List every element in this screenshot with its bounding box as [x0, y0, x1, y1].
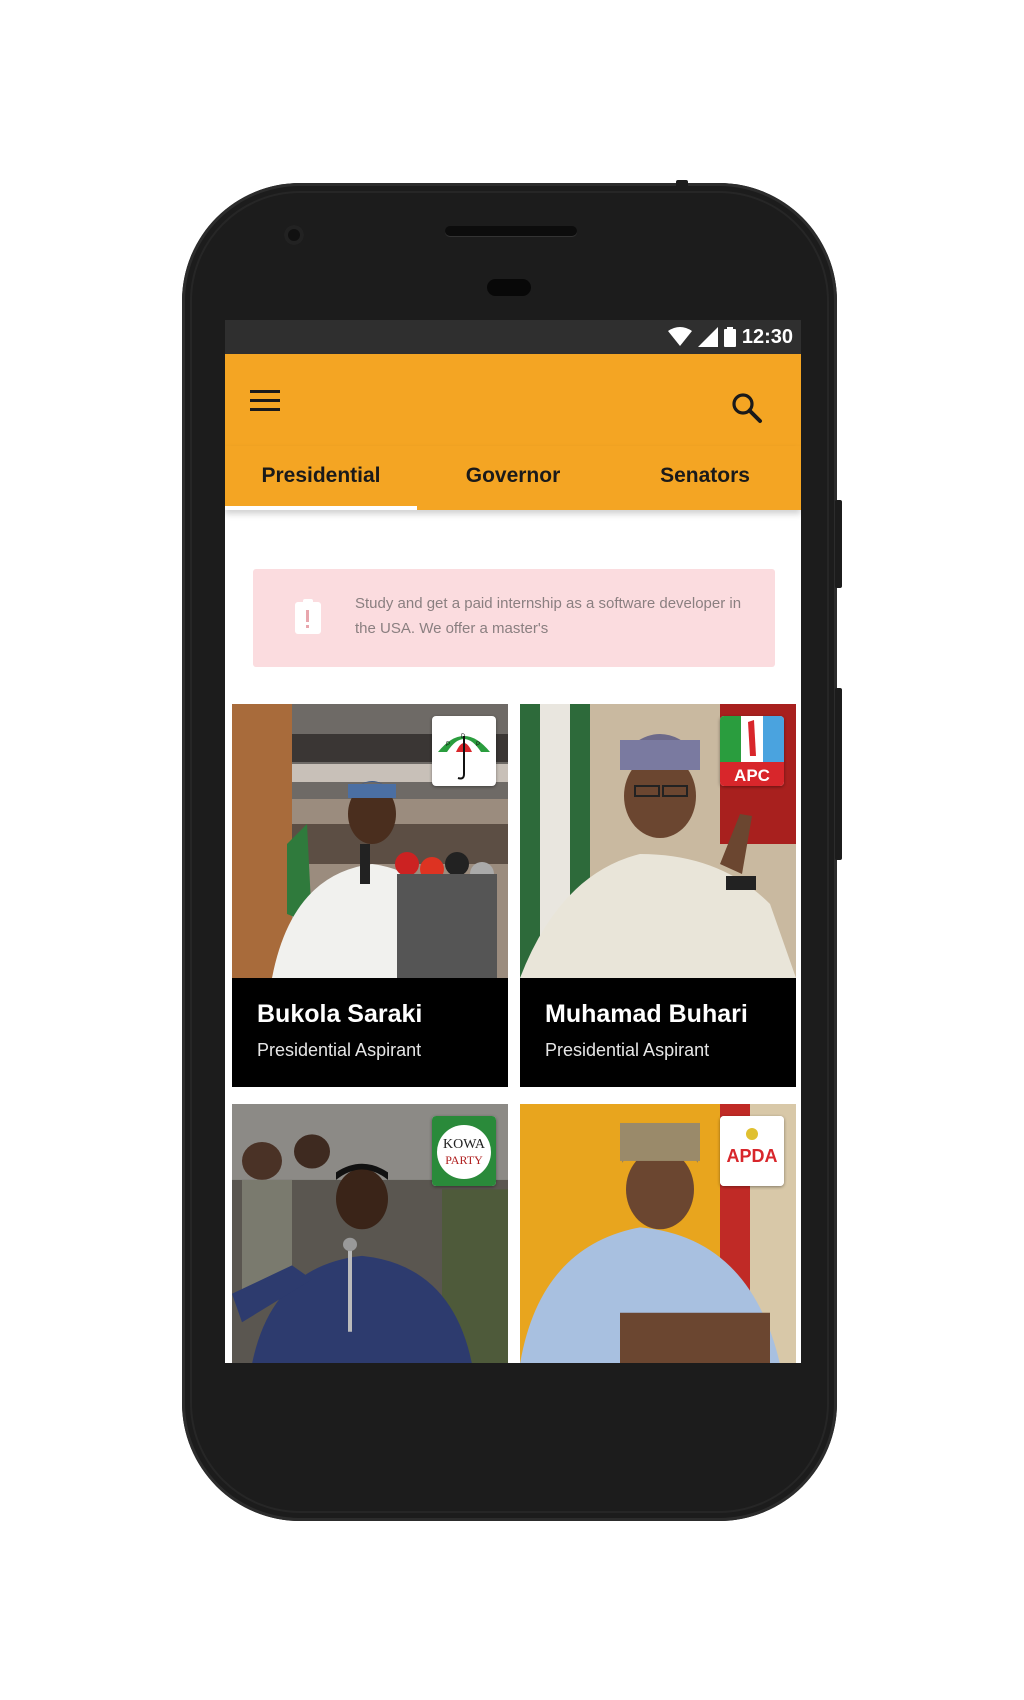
tab-senators[interactable]: Senators: [609, 446, 801, 510]
front-camera: [284, 225, 304, 245]
search-icon[interactable]: [731, 392, 763, 424]
candidate-caption: Bukola Saraki Presidential Aspirant: [232, 978, 508, 1087]
app-bar: [225, 354, 801, 446]
category-tabs: Presidential Governor Senators: [225, 446, 801, 510]
candidate-name: Muhamad Buhari: [545, 1000, 748, 1028]
kowa-party-logo: KOWA PARTY: [432, 1116, 496, 1186]
proximity-sensor: [487, 279, 531, 296]
candidate-card-buhari[interactable]: APC Muhamad Buhari Presidential Aspirant: [520, 704, 796, 1087]
tab-presidential[interactable]: Presidential: [225, 446, 417, 510]
ad-text: Study and get a paid internship as a sof…: [355, 595, 742, 637]
pdp-party-logo: P D P: [432, 716, 496, 786]
wifi-icon: [667, 327, 692, 346]
apc-party-logo: APC: [720, 716, 784, 786]
tab-governor[interactable]: Governor: [417, 446, 609, 510]
svg-text:D: D: [461, 734, 466, 740]
candidate-role: Presidential Aspirant: [545, 1040, 710, 1060]
kowa-logo-text: PARTY: [445, 1153, 483, 1167]
menu-line: [250, 390, 280, 393]
kowa-logo-text: KOWA: [443, 1137, 486, 1152]
volume-button: [835, 688, 842, 860]
candidate-card-kowa[interactable]: KOWA PARTY: [232, 1104, 508, 1363]
app-screen: 12:30 Presidential Governor Senators Stu…: [225, 320, 801, 1363]
apda-logo-text: APDA: [726, 1146, 777, 1166]
menu-line: [250, 408, 280, 411]
candidate-name: Bukola Saraki: [257, 1000, 423, 1028]
status-time: 12:30: [741, 325, 793, 348]
top-notch: [676, 180, 688, 188]
candidate-card-apda[interactable]: APDA: [520, 1104, 796, 1363]
battery-icon: [723, 327, 736, 347]
candidate-card-saraki[interactable]: P D P Bukola Saraki Presidential Aspiran…: [232, 704, 508, 1087]
menu-line: [250, 399, 280, 402]
earpiece-speaker: [445, 226, 577, 236]
candidate-role: Presidential Aspirant: [257, 1040, 422, 1060]
ad-banner[interactable]: Study and get a paid internship as a sof…: [253, 569, 775, 667]
alert-clipboard-icon: [295, 599, 321, 634]
candidate-caption: Muhamad Buhari Presidential Aspirant: [520, 978, 796, 1087]
svg-text:APC: APC: [734, 766, 770, 785]
apda-party-logo: APDA: [720, 1116, 784, 1186]
power-button: [835, 500, 842, 588]
svg-text:P: P: [446, 742, 450, 748]
status-bar: 12:30: [225, 320, 801, 354]
svg-text:P: P: [476, 742, 480, 748]
menu-icon[interactable]: [250, 390, 282, 416]
cell-signal-icon: [697, 327, 718, 347]
